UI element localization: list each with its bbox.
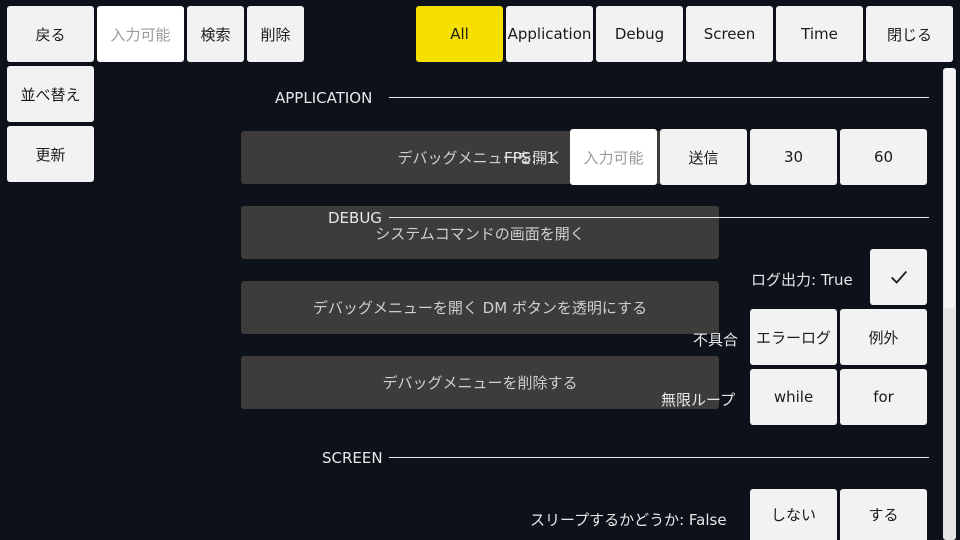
tab-screen[interactable]: Screen: [686, 6, 773, 62]
sleep-label: スリープするかどうか: False: [530, 511, 727, 529]
tab-debug[interactable]: Debug: [596, 6, 683, 62]
log-output-toggle[interactable]: [870, 249, 927, 305]
section-debug-title: DEBUG: [328, 209, 382, 227]
fps-send-button[interactable]: 送信: [660, 129, 747, 185]
delete-button[interactable]: 削除: [247, 6, 304, 62]
check-icon: [890, 270, 907, 284]
error-label: 不具合: [693, 331, 739, 349]
transparent-dm-button-panel[interactable]: デバッグメニューを開く DM ボタンを透明にする: [241, 281, 719, 334]
sleep-no-button[interactable]: しない: [750, 489, 837, 540]
scrollbar-thumb[interactable]: [944, 68, 955, 308]
for-loop-button[interactable]: for: [840, 369, 927, 425]
open-system-command-label: システムコマンドの画面を開く: [375, 225, 585, 243]
section-screen-divider: [389, 457, 929, 458]
sleep-yes-button[interactable]: する: [840, 489, 927, 540]
while-loop-button[interactable]: while: [750, 369, 837, 425]
scrollbar-track[interactable]: [943, 68, 956, 540]
close-button[interactable]: 閉じる: [866, 6, 953, 62]
fps-label: FPS: -1: [504, 149, 556, 167]
fps-60-button[interactable]: 60: [840, 129, 927, 185]
section-application-title: APPLICATION: [275, 89, 373, 107]
tab-all[interactable]: All: [416, 6, 503, 62]
infinite-loop-label: 無限ループ: [661, 391, 736, 409]
section-application-divider: [389, 97, 929, 98]
open-system-command-panel[interactable]: システムコマンドの画面を開く: [241, 206, 719, 259]
tab-time[interactable]: Time: [776, 6, 863, 62]
sort-button[interactable]: 並べ替え: [7, 66, 94, 122]
fps-input[interactable]: 入力可能: [570, 129, 657, 185]
refresh-button[interactable]: 更新: [7, 126, 94, 182]
search-input[interactable]: 入力可能: [97, 6, 184, 62]
fps-30-button[interactable]: 30: [750, 129, 837, 185]
section-debug-divider: [389, 217, 929, 218]
search-button[interactable]: 検索: [187, 6, 244, 62]
tab-application[interactable]: Application: [506, 6, 593, 62]
log-output-label: ログ出力: True: [751, 271, 853, 289]
delete-debug-menu-panel[interactable]: デバッグメニューを削除する: [241, 356, 719, 409]
back-button[interactable]: 戻る: [7, 6, 94, 62]
exception-button[interactable]: 例外: [840, 309, 927, 365]
section-screen-title: SCREEN: [322, 449, 383, 467]
error-log-button[interactable]: エラーログ: [750, 309, 837, 365]
